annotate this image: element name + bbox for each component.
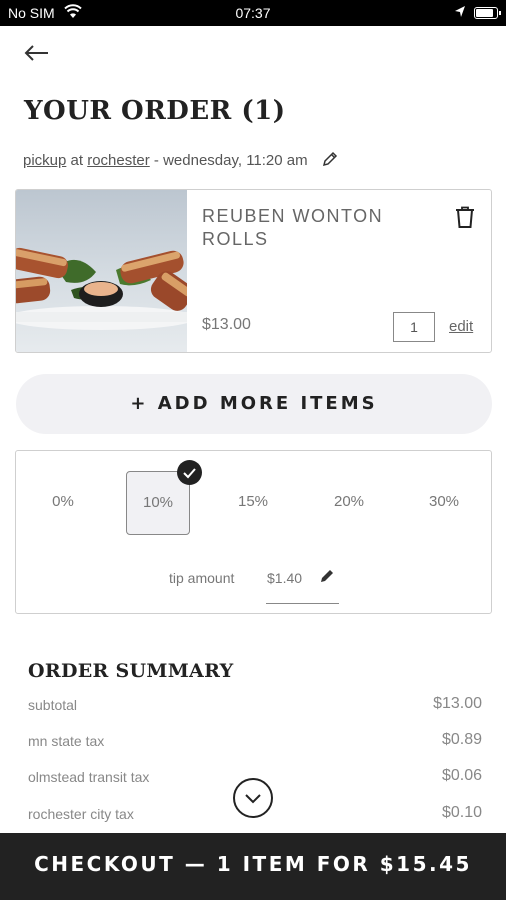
pickup-location-link[interactable]: rochester bbox=[87, 152, 150, 169]
summary-label: subtotal bbox=[28, 697, 78, 713]
cart-item-card: REUBEN WONTON ROLLS $13.00 1 edit bbox=[15, 189, 492, 353]
summary-label: mn state tax bbox=[28, 733, 105, 749]
tip-card: 0% 10% 15% 20% 30% tip amount $1.40 bbox=[15, 450, 492, 614]
back-button[interactable] bbox=[22, 38, 52, 68]
summary-value: $0.06 bbox=[441, 767, 482, 784]
tip-amount-underline bbox=[266, 603, 339, 604]
item-photo bbox=[16, 190, 196, 352]
quantity-field[interactable]: 1 bbox=[393, 312, 435, 342]
trash-icon bbox=[456, 206, 474, 228]
scroll-down-button[interactable] bbox=[233, 778, 273, 818]
item-name: REUBEN WONTON ROLLS bbox=[202, 206, 384, 249]
summary-label: rochester city tax bbox=[28, 806, 134, 822]
delete-item-button[interactable] bbox=[454, 205, 476, 229]
summary-row-subtotal: subtotal $13.00 bbox=[28, 695, 482, 713]
tip-amount-label: tip amount bbox=[169, 570, 235, 586]
clock: 07:37 bbox=[235, 5, 271, 21]
add-more-items-button[interactable]: + ADD MORE ITEMS bbox=[16, 374, 492, 434]
checkout-button[interactable]: CHECKOUT — 1 ITEM FOR $15.45 bbox=[0, 833, 506, 900]
order-summary-title: ORDER SUMMARY bbox=[28, 660, 234, 682]
tip-option-20[interactable]: 20% bbox=[317, 471, 381, 535]
summary-value: $0.89 bbox=[441, 731, 482, 748]
location-arrow-icon bbox=[454, 5, 466, 22]
summary-row-state-tax: mn state tax $0.89 bbox=[28, 731, 482, 749]
tip-option-15[interactable]: 15% bbox=[221, 471, 285, 535]
pickup-details: pickup at rochester - wednesday, 11:20 a… bbox=[23, 151, 338, 171]
tip-amount-value[interactable]: $1.40 bbox=[267, 570, 302, 586]
item-price: $13.00 bbox=[202, 316, 251, 333]
arrow-left-icon bbox=[24, 45, 48, 61]
page-title: YOUR ORDER (1) bbox=[24, 96, 286, 126]
edit-item-link[interactable]: edit bbox=[449, 318, 473, 335]
pickup-at-text: at bbox=[70, 152, 84, 169]
summary-label: olmstead transit tax bbox=[28, 769, 150, 785]
chevron-down-icon bbox=[245, 794, 261, 804]
selected-check-icon bbox=[177, 460, 202, 485]
tip-option-30[interactable]: 30% bbox=[412, 471, 476, 535]
pencil-icon[interactable] bbox=[319, 568, 335, 589]
pickup-time-text: - wednesday, 11:20 am bbox=[153, 152, 308, 169]
summary-value: $13.00 bbox=[433, 695, 482, 712]
tip-option-0[interactable]: 0% bbox=[31, 471, 95, 535]
battery-icon bbox=[474, 7, 501, 19]
summary-value: $0.10 bbox=[441, 804, 482, 821]
pencil-icon[interactable] bbox=[322, 151, 338, 171]
status-bar: No SIM 07:37 bbox=[0, 0, 506, 26]
pickup-method-link[interactable]: pickup bbox=[23, 152, 66, 169]
